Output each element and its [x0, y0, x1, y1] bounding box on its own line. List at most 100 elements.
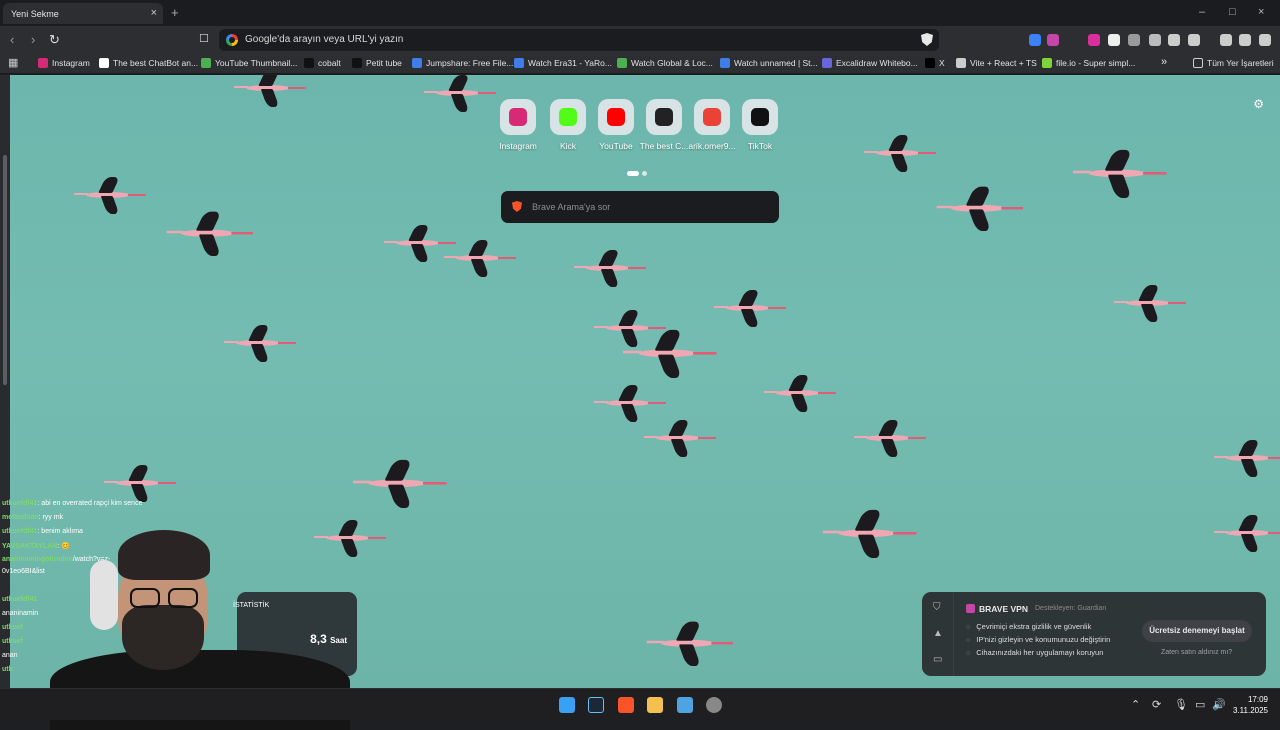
- petit-tube-icon: [352, 58, 362, 68]
- extension-icon[interactable]: [1149, 34, 1161, 46]
- flamingo: [594, 310, 666, 347]
- bookmark-item[interactable]: Petit tube: [352, 58, 402, 68]
- address-placeholder: Google'da arayın veya URL'yi yazın: [245, 34, 404, 45]
- bookmark-item[interactable]: The best ChatBot an...: [99, 58, 198, 68]
- scrollbar[interactable]: [3, 155, 7, 385]
- bookmark-item[interactable]: Watch Global & Loc...: [617, 58, 713, 68]
- google-icon: [226, 34, 238, 46]
- bookmark-item[interactable]: Instagram: [38, 58, 90, 68]
- sync-icon[interactable]: ⟳: [1152, 698, 1161, 711]
- network-icon[interactable]: ▭: [1195, 698, 1205, 711]
- brave-icon[interactable]: [618, 697, 634, 713]
- bookmark-item[interactable]: Watch Era31 - YaRo...: [514, 58, 612, 68]
- brave-shields-icon[interactable]: [921, 33, 933, 46]
- chevron-up-icon[interactable]: ⌃: [1131, 698, 1140, 711]
- extension-icon[interactable]: [1088, 34, 1100, 46]
- shortcut-tiktok[interactable]: TikTok: [732, 99, 788, 151]
- bookmarks-bar: ▦ Instagram The best ChatBot an... YouTu…: [0, 54, 1280, 74]
- microphone-icon[interactable]: 🎙: [1174, 698, 1188, 711]
- excalidraw-icon: [822, 58, 832, 68]
- reload-button[interactable]: ↻: [49, 32, 60, 48]
- tab-close-icon[interactable]: ×: [151, 7, 157, 19]
- maximize-button[interactable]: □: [1229, 6, 1236, 18]
- bookmark-label: Watch Global & Loc...: [631, 58, 713, 68]
- downloads-icon[interactable]: [1188, 34, 1200, 46]
- start-icon[interactable]: [559, 697, 575, 713]
- forward-button[interactable]: ›: [31, 32, 35, 47]
- back-button[interactable]: ‹: [10, 32, 14, 47]
- all-bookmarks-button[interactable]: Tüm Yer İşaretleri: [1193, 58, 1274, 68]
- flamingo: [1214, 440, 1280, 477]
- shortcut-instagram[interactable]: Instagram: [490, 99, 546, 151]
- shortcut-label: Instagram: [499, 141, 537, 151]
- bookmark-item[interactable]: file.io - Super simpl...: [1042, 58, 1135, 68]
- glasses: [168, 588, 198, 608]
- flamingo: [822, 509, 917, 558]
- chat-message: utk: [2, 666, 13, 673]
- bookmarks-overflow-button[interactable]: »: [1161, 56, 1167, 68]
- bookmark-item[interactable]: cobalt: [304, 58, 341, 68]
- flamingo: [234, 75, 306, 107]
- app-icon[interactable]: [706, 697, 722, 713]
- flamingo: [166, 211, 253, 256]
- vite-icon: [956, 58, 966, 68]
- vpn-shield-icon[interactable]: [1239, 34, 1251, 46]
- menu-icon[interactable]: [1259, 34, 1271, 46]
- all-bookmarks-label: Tüm Yer İşaretleri: [1207, 58, 1274, 68]
- tab-new-tab[interactable]: Yeni Sekme ×: [3, 3, 163, 24]
- extension-icon[interactable]: [1108, 34, 1120, 46]
- file-explorer-icon[interactable]: [647, 697, 663, 713]
- flamingo: [224, 325, 296, 362]
- bookmark-page-button[interactable]: ☐: [199, 32, 209, 45]
- address-bar[interactable]: Google'da arayın veya URL'yi yazın: [219, 29, 939, 51]
- instagram-icon: [509, 108, 527, 126]
- gmail-icon: [703, 108, 721, 126]
- media-icon[interactable]: [1220, 34, 1232, 46]
- bookmark-item[interactable]: Jumpshare: Free File...: [412, 58, 513, 68]
- bookmark-label: Petit tube: [366, 58, 402, 68]
- app-icon[interactable]: [677, 697, 693, 713]
- vpn-feature: Çevrimiçi ekstra gizlilik ve güvenlik: [966, 622, 1091, 631]
- new-tab-button[interactable]: +: [171, 5, 179, 20]
- bookmark-item[interactable]: X: [925, 58, 945, 68]
- shortcut-label: TikTok: [747, 141, 773, 151]
- apps-grid-icon[interactable]: ▦: [8, 56, 18, 69]
- bookmark-label: cobalt: [318, 58, 341, 68]
- watch-icon: [720, 58, 730, 68]
- start-trial-button[interactable]: Ücretsiz denemeyi başlat: [1142, 620, 1252, 642]
- flamingo: [764, 375, 836, 412]
- extensions-puzzle-icon[interactable]: [1168, 34, 1180, 46]
- close-window-button[interactable]: ×: [1258, 6, 1264, 18]
- search-placeholder: Brave Arama'ya sor: [532, 202, 611, 212]
- bookmark-item[interactable]: Excalidraw Whitebo...: [822, 58, 918, 68]
- extension-icon[interactable]: [1128, 34, 1140, 46]
- vpn-shield-icon[interactable]: ⛉: [933, 602, 941, 613]
- brave-search-box[interactable]: Brave Arama'ya sor: [501, 191, 779, 223]
- bookmark-item[interactable]: Watch unnamed | St...: [720, 58, 818, 68]
- flamingo: [574, 250, 646, 287]
- flamingo: [646, 621, 733, 666]
- screen-icon[interactable]: ▭: [933, 654, 942, 665]
- bookmark-label: Watch unnamed | St...: [734, 58, 818, 68]
- bookmark-item[interactable]: YouTube Thumbnail...: [201, 58, 297, 68]
- shortcut-page-dots[interactable]: [627, 163, 650, 181]
- already-purchased-link[interactable]: Zaten satın aldınız mı?: [1161, 649, 1232, 656]
- flamingo: [384, 225, 456, 262]
- flamingo: [1072, 149, 1167, 198]
- extension-icon[interactable]: [1029, 34, 1041, 46]
- chat-message: utkuef: [2, 638, 23, 645]
- watch-icon: [617, 58, 627, 68]
- warning-icon[interactable]: ▲: [933, 628, 943, 639]
- minimize-button[interactable]: –: [1199, 6, 1205, 18]
- x-icon: [925, 58, 935, 68]
- flamingo: [1214, 515, 1280, 552]
- bookmark-item[interactable]: Vite + React + TS: [956, 58, 1037, 68]
- chat-message: anan: [2, 652, 18, 659]
- volume-icon[interactable]: 🔊: [1212, 698, 1226, 711]
- bookmark-label: The best ChatBot an...: [113, 58, 199, 68]
- gear-icon[interactable]: ⚙: [1253, 97, 1264, 111]
- extension-icon[interactable]: [1047, 34, 1059, 46]
- steam-icon[interactable]: [588, 697, 604, 713]
- vpn-feature: Cihazınızdaki her uygulamayı koruyun: [966, 648, 1103, 657]
- system-clock[interactable]: 17:09 3.11.2025: [1233, 694, 1268, 716]
